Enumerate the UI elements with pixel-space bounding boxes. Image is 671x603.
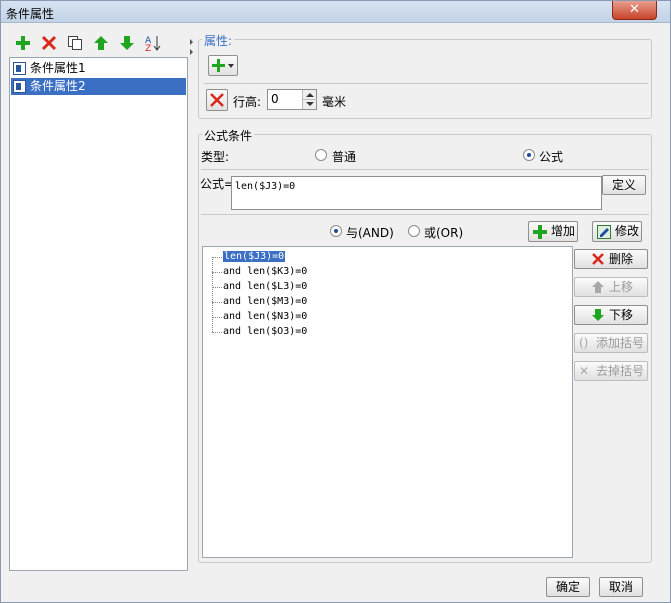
condition-item-label: 条件属性1: [30, 61, 86, 75]
tree-row[interactable]: and len($M3)=0: [223, 295, 307, 309]
bracket-icon: (): [579, 336, 589, 350]
remove-bracket-label: 去掉括号: [596, 364, 645, 378]
tree-row-text: and len($L3)=0: [223, 281, 308, 292]
move-down-icon[interactable]: [118, 34, 136, 52]
add-property-button[interactable]: [208, 55, 238, 76]
logic-radio-and[interactable]: [330, 225, 342, 237]
logic-or-label: 或(OR): [424, 226, 464, 240]
add-icon: [533, 225, 547, 239]
tree-row-text: and len($K3)=0: [223, 266, 308, 277]
tree-connector: [212, 287, 222, 288]
tree-row-text: and len($M3)=0: [223, 296, 308, 307]
logic-and-label: 与(AND): [346, 226, 394, 240]
tree-row-text: len($J3)=0: [223, 251, 286, 262]
delete-label: 删除: [609, 252, 634, 266]
tree-row-text: and len($O3)=0: [223, 326, 308, 337]
close-icon: [592, 253, 604, 265]
type-radio-formula[interactable]: [523, 149, 535, 161]
add-bracket-button[interactable]: () 添加括号: [574, 333, 648, 353]
svg-text:Z: Z: [145, 44, 151, 52]
remove-property-button[interactable]: [206, 89, 228, 111]
condition-item-2[interactable]: 条件属性2: [11, 78, 186, 95]
formula-input[interactable]: len($J3)=0: [231, 176, 602, 210]
row-height-label: 行高:: [233, 95, 262, 109]
tree-connector: [212, 302, 222, 303]
sort-icon[interactable]: AZ: [144, 34, 162, 52]
add-condition-label: 增加: [551, 224, 576, 238]
title-bar[interactable]: 条件属性 ✕: [1, 1, 670, 23]
move-up-icon[interactable]: [92, 34, 110, 52]
move-up-button[interactable]: 上移: [574, 277, 648, 297]
dialog-window: 条件属性 ✕ AZ 条件属性1 条件属性2 属性: 行高: 0 毫米 公式条件 …: [0, 0, 671, 603]
modify-condition-label: 修改: [615, 224, 640, 238]
arrow-down-icon: [592, 309, 604, 321]
move-up-label: 上移: [609, 280, 634, 294]
arrow-up-icon: [592, 281, 604, 293]
define-button[interactable]: 定义: [602, 175, 646, 195]
tree-connector: [212, 317, 222, 318]
formula-label: 公式=: [200, 177, 235, 191]
tree-row[interactable]: len($J3)=0: [223, 250, 286, 264]
logic-radio-or[interactable]: [408, 225, 420, 237]
tree-connector: [212, 272, 222, 273]
type-radio-normal[interactable]: [315, 149, 327, 161]
add-bracket-label: 添加括号: [596, 336, 645, 350]
ok-button[interactable]: 确定: [546, 577, 590, 597]
formula-separator: [201, 214, 649, 215]
type-separator: [201, 169, 649, 170]
condition-item-label: 条件属性2: [30, 79, 86, 93]
tree-row[interactable]: and len($L3)=0: [223, 280, 307, 294]
remove-bracket-button[interactable]: ✕ 去掉括号: [574, 361, 648, 381]
tree-row[interactable]: and len($O3)=0: [223, 325, 307, 339]
property-group-title: 属性:: [202, 32, 235, 49]
spin-buttons[interactable]: [302, 90, 317, 109]
unit-label: 毫米: [322, 95, 347, 109]
tree-row[interactable]: and len($N3)=0: [223, 310, 307, 324]
window-title: 条件属性: [6, 7, 55, 21]
formula-group-title: 公式条件: [202, 127, 255, 144]
tree-row-text: and len($N3)=0: [223, 311, 308, 322]
condition-item-1[interactable]: 条件属性1: [11, 60, 186, 77]
type-formula-label: 公式: [539, 150, 564, 164]
close-button[interactable]: ✕: [612, 1, 657, 20]
condition-icon: [13, 62, 26, 75]
copy-icon[interactable]: [66, 34, 84, 52]
condition-tree[interactable]: len($J3)=0 and len($K3)=0 and len($L3)=0…: [202, 246, 573, 558]
tree-connector: [212, 257, 213, 332]
delete-condition-button[interactable]: 删除: [574, 249, 648, 269]
property-separator: [204, 83, 648, 84]
cancel-button[interactable]: 取消: [599, 577, 643, 597]
tree-connector: [212, 257, 222, 258]
row-height-spinbox[interactable]: 0: [267, 89, 317, 110]
condition-icon: [13, 80, 26, 93]
tree-row[interactable]: and len($K3)=0: [223, 265, 307, 279]
edit-icon: [597, 225, 611, 239]
modify-condition-button[interactable]: 修改: [592, 221, 642, 242]
remove-bracket-icon: ✕: [579, 364, 590, 378]
row-height-value: 0: [271, 92, 279, 106]
add-condition-button[interactable]: 增加: [528, 221, 578, 242]
tree-connector: [212, 332, 222, 333]
move-down-button[interactable]: 下移: [574, 305, 648, 325]
formula-value: len($J3)=0: [235, 181, 296, 192]
move-down-label: 下移: [609, 308, 634, 322]
condition-list[interactable]: 条件属性1 条件属性2: [9, 57, 188, 571]
delete-icon[interactable]: [40, 34, 58, 52]
add-icon[interactable]: [14, 34, 32, 52]
type-label: 类型:: [201, 150, 230, 164]
panel-splitter[interactable]: [189, 31, 195, 571]
type-normal-label: 普通: [332, 150, 357, 164]
